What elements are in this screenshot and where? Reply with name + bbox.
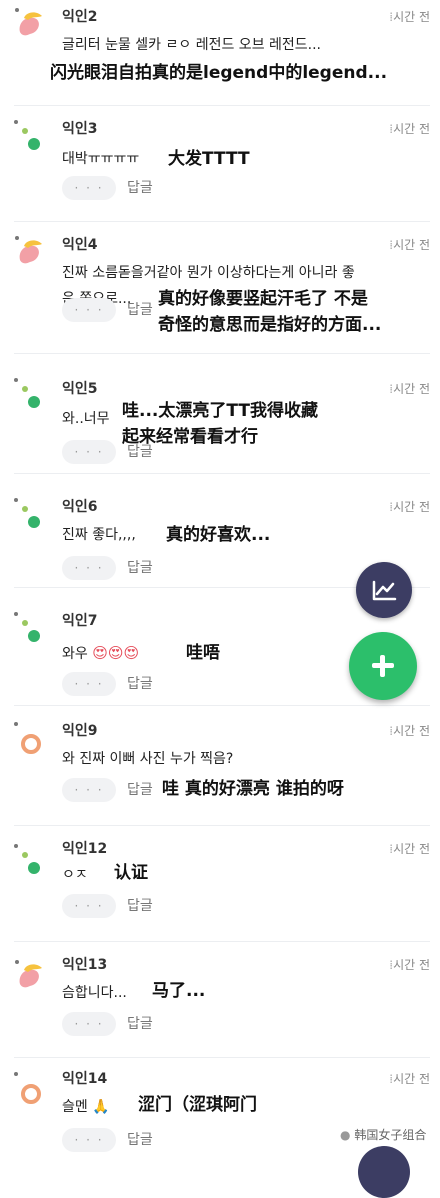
comment-text-line: 진짜 소름돋을거같아 뭔가 이상하다는게 아니라 좋 (62, 265, 355, 281)
time-text: 시간 전 (393, 724, 430, 738)
divider (14, 221, 430, 222)
comment-time: ⁞시간 전 (389, 380, 430, 397)
watermark: ● 韩国女子组合 (340, 1126, 426, 1143)
comment-time: ⁞시간 전 (389, 956, 430, 973)
comment-text: 와 진짜 이뻐 사진 누가 찍음? (62, 751, 234, 767)
comment-time: ⁞시간 전 (389, 120, 430, 137)
more-options-button[interactable]: · · · (62, 176, 116, 200)
comment-item: 익인9 ⁞시간 전 와 진짜 이뻐 사진 누가 찍음? · · · 답글 哇 真… (0, 706, 440, 826)
comment-time: ⁞시간 전 (389, 498, 430, 515)
translation-line: 奇怪的意思而是指好的方面... (158, 315, 382, 335)
reply-button[interactable]: 답글 (127, 176, 153, 200)
comment-author[interactable]: 익인7 (62, 610, 98, 630)
time-text: 시간 전 (393, 10, 430, 24)
comment-item: 익인12 ⁞시간 전 ㅇㅈ 认证 · · · 답글 (0, 826, 440, 942)
avatar[interactable] (12, 722, 46, 756)
comment-author[interactable]: 익인5 (62, 378, 98, 398)
time-text: 시간 전 (393, 500, 430, 514)
avatar[interactable] (12, 234, 46, 268)
comment-item: 익인3 ⁞시간 전 대박ㅠㅠㅠㅠ 大发TTTT · · · 답글 (0, 118, 440, 222)
time-text: 시간 전 (393, 958, 430, 972)
comment-author[interactable]: 익인6 (62, 496, 98, 516)
chart-icon (372, 580, 397, 601)
avatar[interactable] (12, 958, 46, 992)
add-comment-fab-button[interactable] (349, 632, 417, 700)
pink-yellow-avatar-icon (15, 960, 42, 988)
comment-author[interactable]: 익인3 (62, 118, 98, 138)
comment-author[interactable]: 익인4 (62, 234, 98, 254)
comment-time: ⁞시간 전 (389, 722, 430, 739)
reply-button[interactable]: 답글 (127, 298, 153, 322)
more-options-button[interactable]: · · · (62, 298, 116, 322)
comment-author[interactable]: 익인13 (62, 954, 107, 974)
comment-text: 글리터 눈물 셀카 ㄹㅇ 레전드 오브 레전드... (62, 37, 322, 53)
reply-button[interactable]: 답글 (127, 894, 153, 918)
avatar[interactable] (12, 6, 46, 40)
comment-author[interactable]: 익인2 (62, 6, 98, 26)
more-options-button[interactable]: · · · (62, 672, 116, 696)
translation-line: 哇...太漂亮了TT我得收藏 (122, 401, 318, 421)
more-options-button[interactable]: · · · (62, 778, 116, 802)
comment-author[interactable]: 익인9 (62, 720, 98, 740)
translation-overlay: 马了... (152, 981, 206, 1001)
more-options-button[interactable]: · · · (62, 440, 116, 464)
reply-button[interactable]: 답글 (127, 1012, 153, 1036)
comment-item: 익인5 ⁞시간 전 와..너무 哇...太漂亮了TT我得收藏 起来经常看看才行 … (0, 354, 440, 474)
avatar[interactable] (12, 1072, 46, 1106)
comment-time: ⁞시간 전 (389, 840, 430, 857)
translation-line: 真的好像要竖起汗毛了 不是 (158, 289, 368, 309)
avatar[interactable] (12, 496, 46, 530)
comment-time: ⁞시간 전 (389, 8, 430, 25)
wechat-icon: ● (340, 1128, 351, 1142)
comment-time: ⁞시간 전 (389, 1070, 430, 1087)
comment-time: ⁞시간 전 (389, 236, 430, 253)
heart-eyes-emoji-icon: 😍😍😍 (92, 644, 140, 662)
avatar[interactable] (12, 610, 46, 644)
more-options-button[interactable]: · · · (62, 556, 116, 580)
comment-item: 익인2 ⁞시간 전 글리터 눈물 셀카 ㄹㅇ 레전드 오브 레전드... 闪光眼… (0, 6, 440, 106)
translation-overlay: 哇 真的好漂亮 谁拍的呀 (162, 779, 344, 799)
avatar[interactable] (12, 376, 46, 410)
more-options-button[interactable]: · · · (62, 1128, 116, 1152)
comment-text: 슴합니다... (62, 985, 127, 1001)
translation-overlay: 真的好喜欢... (166, 525, 271, 545)
translation-overlay: 真的好像要竖起汗毛了 不是 奇怪的意思而是指好的方面... (158, 286, 381, 338)
pink-yellow-avatar-icon (15, 8, 42, 36)
time-text: 시간 전 (393, 1072, 430, 1086)
translation-overlay: 认证 (114, 863, 148, 883)
reply-button[interactable]: 답글 (127, 440, 153, 464)
time-text: 시간 전 (393, 842, 430, 856)
watermark-text: 韩国女子组合 (354, 1128, 427, 1142)
avatar[interactable] (12, 842, 46, 876)
comment-text: ㅇㅈ (62, 867, 88, 883)
comment-text-body: 슬멘 (62, 1099, 88, 1115)
comment-text-body: 와우 (62, 646, 88, 662)
comment-author[interactable]: 익인14 (62, 1068, 107, 1088)
avatar[interactable] (12, 118, 46, 152)
reply-button[interactable]: 답글 (127, 672, 153, 696)
translation-overlay: 大发TTTT (168, 149, 250, 169)
comment-author[interactable]: 익인12 (62, 838, 107, 858)
time-text: 시간 전 (393, 122, 430, 136)
time-text: 시간 전 (393, 382, 430, 396)
translation-overlay: 涩门（涩琪阿门 (138, 1095, 257, 1115)
comment-item: 익인4 ⁞시간 전 진짜 소름돋을거같아 뭔가 이상하다는게 아니라 좋 은 쪽… (0, 234, 440, 354)
translation-overlay: 哇唔 (186, 643, 220, 663)
more-options-button[interactable]: · · · (62, 1012, 116, 1036)
divider (14, 105, 430, 106)
pink-yellow-avatar-icon (15, 236, 42, 264)
reply-button[interactable]: 답글 (127, 778, 153, 802)
comment-item: 익인13 ⁞시간 전 슴합니다... 马了... · · · 답글 (0, 942, 440, 1058)
translation-overlay: 闪光眼泪自拍真的是legend中的legend... (50, 63, 388, 83)
reply-button[interactable]: 답글 (127, 556, 153, 580)
time-text: 시간 전 (393, 238, 430, 252)
stats-fab-button[interactable] (356, 562, 412, 618)
reply-button[interactable]: 답글 (127, 1128, 153, 1152)
more-options-button[interactable]: · · · (62, 894, 116, 918)
praying-hands-emoji-icon: 🙏 (92, 1099, 110, 1115)
